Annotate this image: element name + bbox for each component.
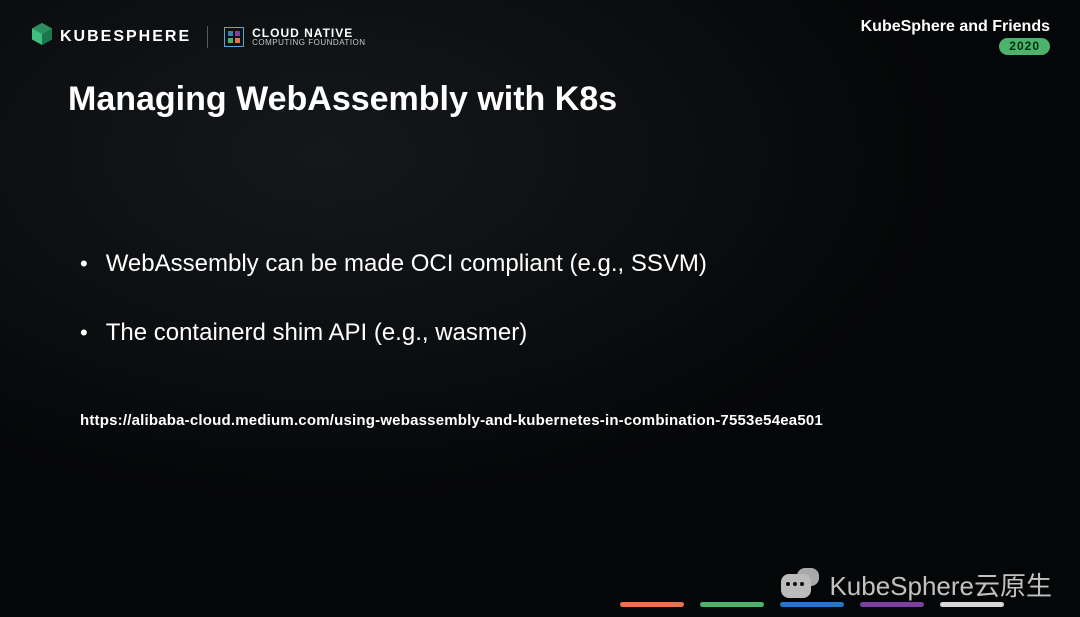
kubesphere-hex-icon (30, 22, 54, 51)
bullet-text: The containerd shim API (e.g., wasmer) (106, 319, 528, 347)
kubesphere-logo: KUBESPHERE (30, 22, 191, 51)
header-divider (207, 26, 208, 48)
cncf-icon (224, 27, 244, 47)
wechat-icon (781, 568, 821, 602)
event-title: KubeSphere and Friends (861, 18, 1050, 36)
cncf-line1: CLOUD NATIVE (252, 27, 365, 39)
bullet-list: WebAssembly can be made OCI compliant (e… (80, 250, 1020, 387)
watermark-text: KubeSphere云原生 (829, 566, 1052, 603)
bullet-item: WebAssembly can be made OCI compliant (e… (80, 250, 1020, 279)
dash-orange (620, 602, 684, 607)
event-year-badge: 2020 (999, 38, 1050, 55)
reference-url: https://alibaba-cloud.medium.com/using-w… (80, 412, 823, 429)
slide-header: KUBESPHERE CLOUD NATIVE COMPUTING FOUNDA… (30, 18, 1050, 55)
bullet-text: WebAssembly can be made OCI compliant (e… (106, 250, 707, 278)
header-right: KubeSphere and Friends 2020 (861, 18, 1050, 55)
cncf-logo: CLOUD NATIVE COMPUTING FOUNDATION (224, 27, 365, 47)
bullet-item: The containerd shim API (e.g., wasmer) (80, 319, 1020, 348)
cncf-line2: COMPUTING FOUNDATION (252, 39, 365, 47)
slide-title: Managing WebAssembly with K8s (68, 80, 617, 119)
dash-green (700, 602, 764, 607)
cncf-text: CLOUD NATIVE COMPUTING FOUNDATION (252, 27, 365, 47)
watermark: KubeSphere云原生 (781, 566, 1052, 603)
kubesphere-logo-text: KUBESPHERE (60, 28, 191, 46)
